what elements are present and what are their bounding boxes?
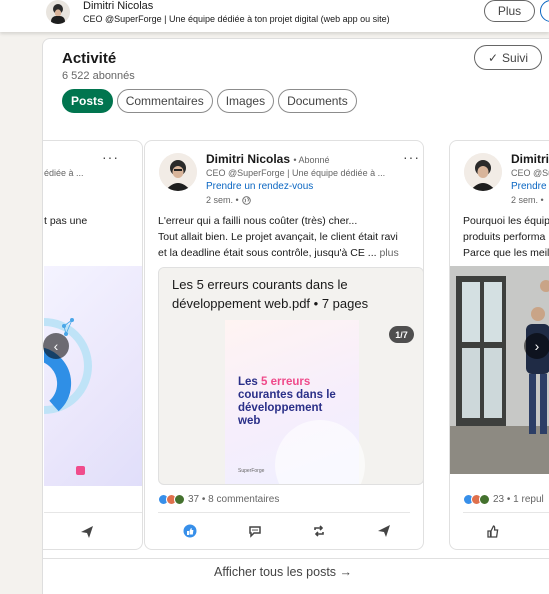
comment-icon [248, 526, 261, 538]
reactions-summary[interactable]: 37 • 8 commentaires [158, 494, 279, 505]
post-timestamp: 2 sem. • [511, 195, 544, 205]
following-button[interactable]: ✓ Suivi [474, 45, 542, 70]
post-text: t pas une [44, 215, 88, 227]
activity-filters: Posts Commentaires Images Documents [62, 89, 357, 113]
post-actions [158, 523, 410, 539]
send-icon [377, 525, 390, 537]
document-cover-title: Les 5 erreurs courantes dans le développ… [238, 376, 338, 428]
post-card[interactable]: Dimitri Nicolas • Abonné CEO @SuperForge… [144, 140, 424, 550]
section-title: Activité [62, 50, 117, 67]
post-timestamp: 2 sem. • [206, 195, 239, 205]
support-reaction-icon [479, 494, 490, 505]
comment-button[interactable] [247, 523, 263, 539]
reactions-count: 23 [493, 494, 505, 505]
divider [158, 512, 410, 513]
divider [463, 512, 549, 513]
repost-icon [314, 525, 325, 537]
post-headline: édiée à ... [44, 168, 84, 178]
message-button[interactable] [540, 0, 549, 22]
document-title: Les 5 erreurs courants dans le développe… [159, 268, 423, 319]
followers-count: 6 522 abonnés [62, 70, 135, 82]
reactions-count: 37 [188, 494, 200, 505]
post-time: 2 sem. • [511, 195, 544, 205]
decorative-blob [275, 420, 365, 484]
profile-name: Dimitri Nicolas [83, 0, 154, 12]
more-options-icon[interactable]: ··· [102, 149, 119, 165]
activity-card: Activité 6 522 abonnés ✓ Suivi Posts Com… [42, 38, 549, 594]
reactions-summary[interactable]: 23 • 1 repul [463, 494, 544, 505]
book-meeting-link[interactable]: Prendre u [511, 181, 549, 192]
post-text-line: L'erreur qui a failli nous coûter (très)… [158, 215, 358, 227]
post-text-line: Parce que les meil [463, 247, 549, 259]
following-label: Suivi [502, 50, 529, 65]
divider [43, 558, 549, 559]
cover-rest: courantes dans le développement web [238, 389, 336, 427]
carousel-next-button[interactable]: › [524, 333, 549, 359]
profile-headline: CEO @SuperForge | Une équipe dédiée à to… [83, 14, 390, 24]
comments-count[interactable]: • 8 commentaires [202, 494, 279, 505]
document-page: Les 5 erreurs courantes dans le développ… [225, 320, 365, 484]
author-name[interactable]: Dimitri Nicolas • Abonné [206, 152, 330, 166]
globe-icon [241, 195, 251, 205]
cover-prefix: Les [238, 376, 262, 388]
post-text-line: produits performa [463, 231, 546, 243]
checkmark-icon: ✓ [487, 50, 499, 65]
author-avatar[interactable] [464, 153, 502, 191]
more-button[interactable]: Plus [484, 0, 535, 22]
chevron-right-icon: › [534, 338, 540, 354]
photo-icon [450, 266, 549, 474]
post-text: Pourquoi les équip produits performa Par… [463, 213, 549, 261]
repost-button[interactable] [311, 523, 327, 539]
author-headline: CEO @SuperForge | Une équipe dédiée à ..… [206, 168, 386, 178]
page-counter: 1/7 [389, 326, 414, 343]
more-options-icon[interactable]: ··· [403, 149, 420, 165]
document-preview[interactable]: Les 5 erreurs courants dans le développe… [158, 267, 423, 485]
post-text: L'erreur qui a failli nous coûter (très)… [158, 213, 399, 261]
illustration-icon [43, 318, 92, 475]
author-name[interactable]: Dimitri [511, 152, 549, 166]
author-avatar[interactable] [159, 153, 197, 191]
carousel-previous-button[interactable]: ‹ [43, 333, 69, 359]
support-reaction-icon [174, 494, 185, 505]
see-more-link[interactable]: plus [379, 247, 398, 259]
book-meeting-link[interactable]: Prendre un rendez-vous [206, 181, 313, 192]
post-image[interactable] [43, 266, 142, 486]
image-background [43, 266, 142, 486]
post-time: 2 sem. • [206, 195, 251, 205]
post-text-line: Pourquoi les équip [463, 215, 549, 227]
author-headline: CEO @Su [511, 168, 549, 178]
send-icon[interactable] [80, 525, 94, 544]
like-button[interactable] [486, 524, 500, 543]
like-icon [487, 525, 499, 538]
brand-label: SuperForge [238, 468, 265, 474]
chevron-left-icon: ‹ [53, 338, 59, 354]
like-button[interactable] [182, 523, 198, 539]
send-button[interactable] [376, 523, 392, 539]
like-icon [183, 524, 197, 538]
filter-posts[interactable]: Posts [62, 89, 113, 113]
filter-documents[interactable]: Documents [278, 89, 357, 113]
post-text-line: Tout allait bien. Le projet avançait, le… [158, 231, 398, 243]
cover-highlight: 5 erreurs [261, 376, 311, 388]
show-all-posts-link[interactable]: Afficher tous les posts → [43, 565, 523, 579]
post-text-line: et la deadline était sous contrôle, jusq… [158, 247, 377, 259]
post-image[interactable] [450, 266, 549, 474]
avatar[interactable] [46, 0, 70, 24]
relation-badge: • Abonné [293, 155, 330, 165]
profile-sticky-header: Dimitri Nicolas CEO @SuperForge | Une éq… [0, 0, 549, 32]
author-name-text: Dimitri Nicolas [206, 152, 291, 166]
comments-count[interactable]: • 1 repul [507, 494, 544, 505]
filter-comments[interactable]: Commentaires [116, 89, 213, 113]
divider [44, 512, 142, 513]
filter-images[interactable]: Images [216, 89, 275, 113]
